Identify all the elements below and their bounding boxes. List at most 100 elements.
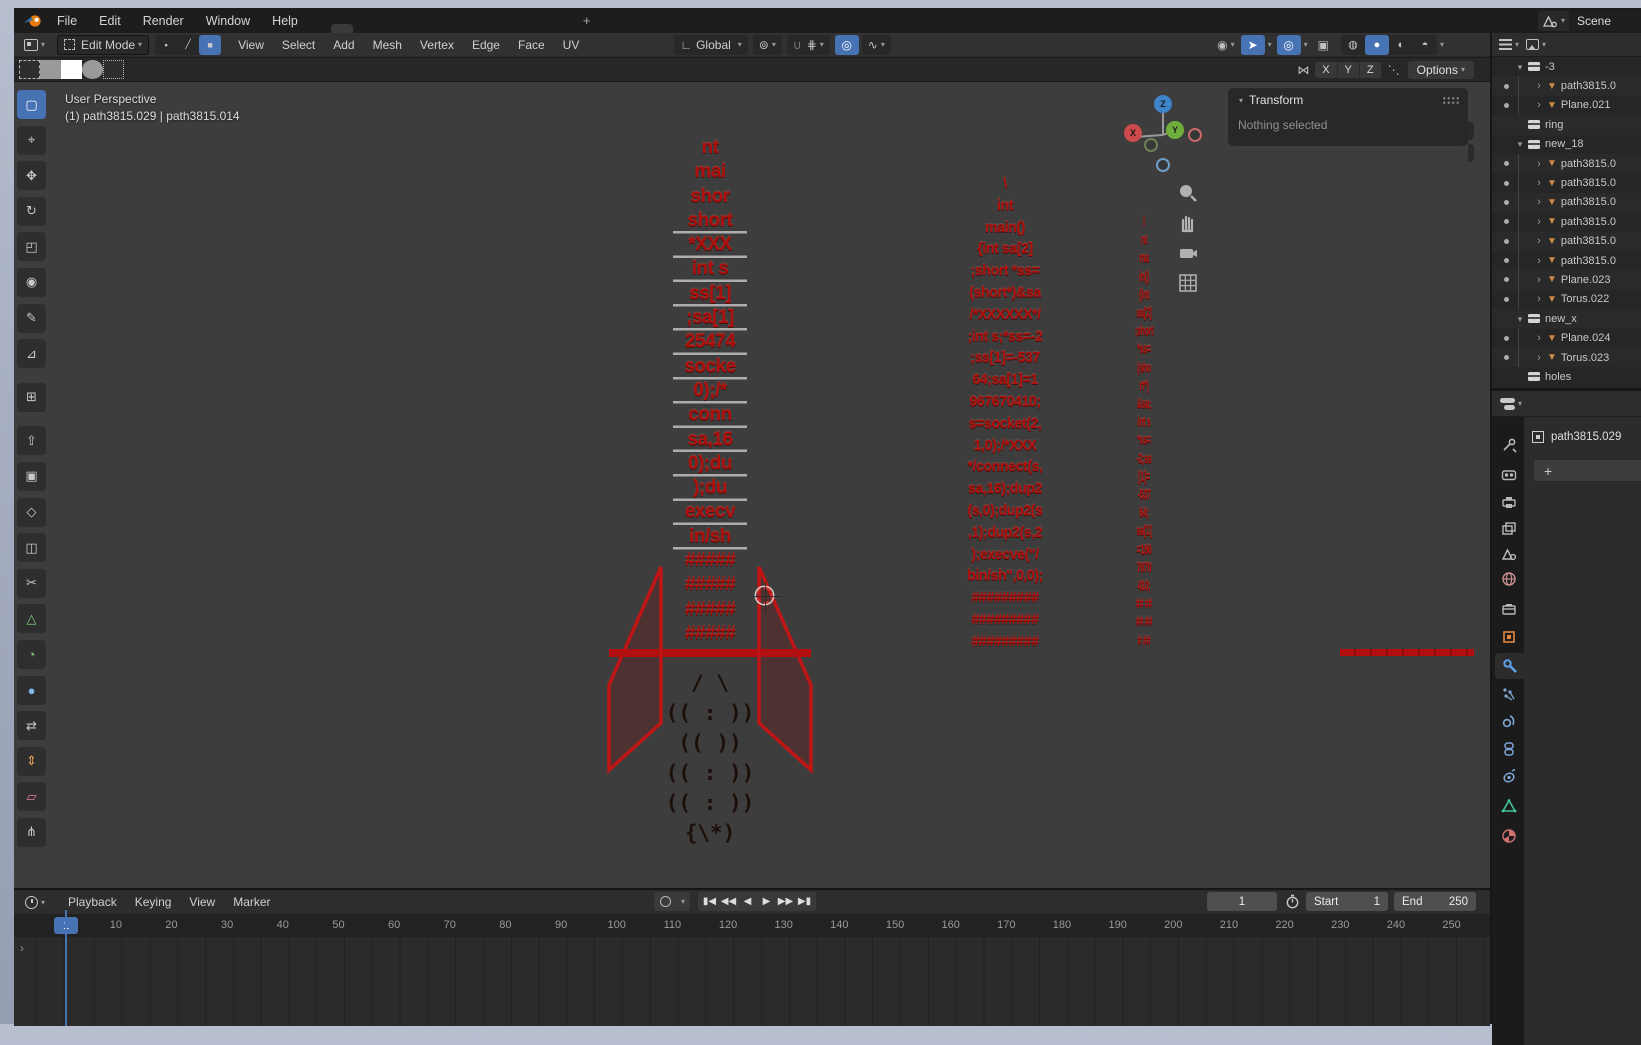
properties-tab-collection[interactable]	[1495, 596, 1522, 622]
edge-select-button[interactable]: ╱	[177, 35, 199, 55]
expand-chevron-icon[interactable]	[1533, 235, 1545, 247]
outliner-row-ring[interactable]: ▼ ring	[1492, 115, 1641, 134]
current-frame-field[interactable]: 1	[1207, 892, 1277, 911]
channel-expand-arrow[interactable]: ›	[20, 941, 24, 955]
timeline-editor-type-button[interactable]: ▾	[20, 892, 50, 912]
options-dropdown[interactable]: Options ▾	[1408, 61, 1474, 79]
add-modifier-button[interactable]: +	[1533, 459, 1641, 482]
viewport-menu-edge[interactable]: Edge	[463, 33, 509, 57]
sidebar-tab-item[interactable]	[1468, 100, 1474, 118]
outliner-row-plane-021[interactable]: ▼ Plane.021	[1492, 96, 1641, 115]
orientation-dropdown[interactable]: ∟ Global ▾	[674, 35, 747, 55]
vertex-select-button[interactable]: ▪	[155, 35, 177, 55]
viewport-menu-face[interactable]: Face	[509, 33, 554, 57]
outliner-item-label[interactable]: path3815.0	[1561, 196, 1616, 208]
outliner-row-path3815-0[interactable]: ▼ path3815.0	[1492, 173, 1641, 192]
outliner-item-label[interactable]: path3815.0	[1561, 177, 1616, 189]
tool-cursor[interactable]: ⌖	[17, 126, 46, 155]
properties-tab-object-data[interactable]	[1495, 793, 1522, 819]
tool-loop-cut[interactable]: ◫	[17, 533, 46, 562]
expand-chevron-icon[interactable]	[1533, 216, 1545, 228]
mirror-icon[interactable]: ⋈	[1297, 63, 1309, 77]
outliner-item-label[interactable]: path3815.0	[1561, 80, 1616, 92]
scene-name-field[interactable]: Scene	[1569, 11, 1641, 31]
sidebar-tab-view[interactable]	[1468, 144, 1474, 162]
tool-move[interactable]: ✥	[17, 161, 46, 190]
preview-range-stopwatch-icon[interactable]	[1285, 894, 1300, 909]
expand-chevron-icon[interactable]	[1533, 80, 1545, 92]
properties-tab-world[interactable]	[1495, 566, 1522, 592]
proportional-falloff-dropdown[interactable]: ∿ ▾	[862, 35, 891, 55]
tool-transform[interactable]: ◉	[17, 268, 46, 297]
outliner-row-plane-023[interactable]: ▼ Plane.023	[1492, 270, 1641, 289]
select-invert-button[interactable]	[82, 60, 103, 79]
navigation-gizmo[interactable]: Z X Y	[1114, 90, 1234, 180]
jump-to-start-button[interactable]: ▮◀	[700, 892, 719, 911]
expand-chevron-icon[interactable]	[1514, 138, 1526, 150]
gizmo-y-neg-axis[interactable]	[1144, 138, 1158, 152]
rocket-exhaust-ascii[interactable]: / \(( : ))(( ))(( : ))(( : )){\*)	[630, 668, 790, 848]
tool-spin[interactable]: ◔	[17, 640, 46, 669]
outliner-item-label[interactable]: new_18	[1545, 138, 1584, 150]
timeline-menu-view[interactable]: View	[180, 890, 224, 914]
select-subtract-button[interactable]	[61, 60, 82, 79]
tool-scale[interactable]: ◰	[17, 232, 46, 261]
scene-selector-icon[interactable]: ▾	[1538, 11, 1569, 31]
tool-edge-slide[interactable]: ⇄	[17, 711, 46, 740]
tool-poly-build[interactable]: △	[17, 604, 46, 633]
blender-logo-icon[interactable]	[20, 12, 46, 30]
expand-chevron-icon[interactable]	[1533, 293, 1545, 305]
outliner-row-torus-023[interactable]: ▼ Torus.023	[1492, 348, 1641, 367]
tool-add-cube[interactable]: ⊞	[17, 383, 46, 412]
expand-chevron-icon[interactable]	[1533, 352, 1545, 364]
timeline-channels[interactable]: ›	[14, 937, 1490, 1026]
viewport-menu-uv[interactable]: UV	[554, 33, 589, 57]
gizmo-x-neg-axis[interactable]	[1188, 128, 1202, 142]
select-extend-button[interactable]	[40, 60, 61, 79]
expand-chevron-icon[interactable]	[1514, 61, 1526, 73]
outliner-filter-button[interactable]: ▾	[1526, 39, 1546, 50]
zoom-tool-icon[interactable]	[1177, 182, 1201, 206]
keying-set-dropdown[interactable]: ▾	[675, 892, 688, 911]
tool-select-box[interactable]: ▢	[17, 90, 46, 119]
outliner-item-label[interactable]: holes	[1545, 371, 1571, 383]
tool-measure[interactable]: ⊿	[17, 339, 46, 368]
camera-view-icon[interactable]	[1177, 242, 1201, 266]
properties-tab-render[interactable]	[1495, 462, 1522, 488]
play-reverse-button[interactable]: ◀	[738, 892, 757, 911]
menu-file[interactable]: File	[46, 8, 88, 33]
rocket-thin-column[interactable]: intmain(){intsa[2];short*ss=(short*)&sa;…	[1108, 213, 1181, 650]
outliner-item-label[interactable]: Plane.021	[1561, 99, 1611, 111]
expand-chevron-icon[interactable]	[1533, 274, 1545, 286]
auto-keyframe-button[interactable]	[656, 892, 675, 911]
tool-inset[interactable]: ▣	[17, 462, 46, 491]
properties-tab-effects[interactable]	[1495, 763, 1522, 789]
outliner-item-label[interactable]: path3815.0	[1561, 158, 1616, 170]
properties-tab-output[interactable]	[1495, 489, 1522, 515]
gizmos-toggle[interactable]: ➤	[1241, 35, 1265, 55]
tool-annotate[interactable]: ✎	[17, 304, 46, 333]
expand-chevron-icon[interactable]	[1533, 255, 1545, 267]
viewport-menu-add[interactable]: Add	[324, 33, 363, 57]
timeline-ruler[interactable]: 1020304050607080901001101201301401501601…	[14, 914, 1490, 937]
pivot-point-dropdown[interactable]: ⊚ ▾	[753, 35, 782, 55]
outliner-item-label[interactable]: new_x	[1545, 313, 1577, 325]
viewport-menu-vertex[interactable]: Vertex	[411, 33, 463, 57]
tool-knife[interactable]: ✂	[17, 569, 46, 598]
outliner-row-new-18[interactable]: ▼ new_18	[1492, 135, 1641, 154]
select-intersect-button[interactable]	[103, 60, 124, 79]
outliner-row-path3815-0[interactable]: ▼ path3815.0	[1492, 193, 1641, 212]
properties-tab-view-layer[interactable]	[1495, 516, 1522, 542]
red-object-streak[interactable]	[1340, 649, 1474, 656]
timeline-menu-marker[interactable]: Marker	[224, 890, 279, 914]
correct-face-attributes-icon[interactable]: ⋱	[1388, 63, 1400, 77]
outliner-row-path3815-0[interactable]: ▼ path3815.0	[1492, 251, 1641, 270]
viewport-menu-view[interactable]: View	[229, 33, 273, 57]
add-workspace-button[interactable]: +	[573, 13, 601, 28]
outliner-row-holes[interactable]: ▼ holes	[1492, 367, 1641, 386]
shading-rendered-button[interactable]: ◓	[1413, 35, 1437, 55]
timeline-menu-keying[interactable]: Keying	[126, 890, 181, 914]
previous-keyframe-button[interactable]: ◀◀	[719, 892, 738, 911]
outliner-row-path3815-0[interactable]: ▼ path3815.0	[1492, 232, 1641, 251]
mirror-axis-x[interactable]: X	[1315, 62, 1337, 78]
